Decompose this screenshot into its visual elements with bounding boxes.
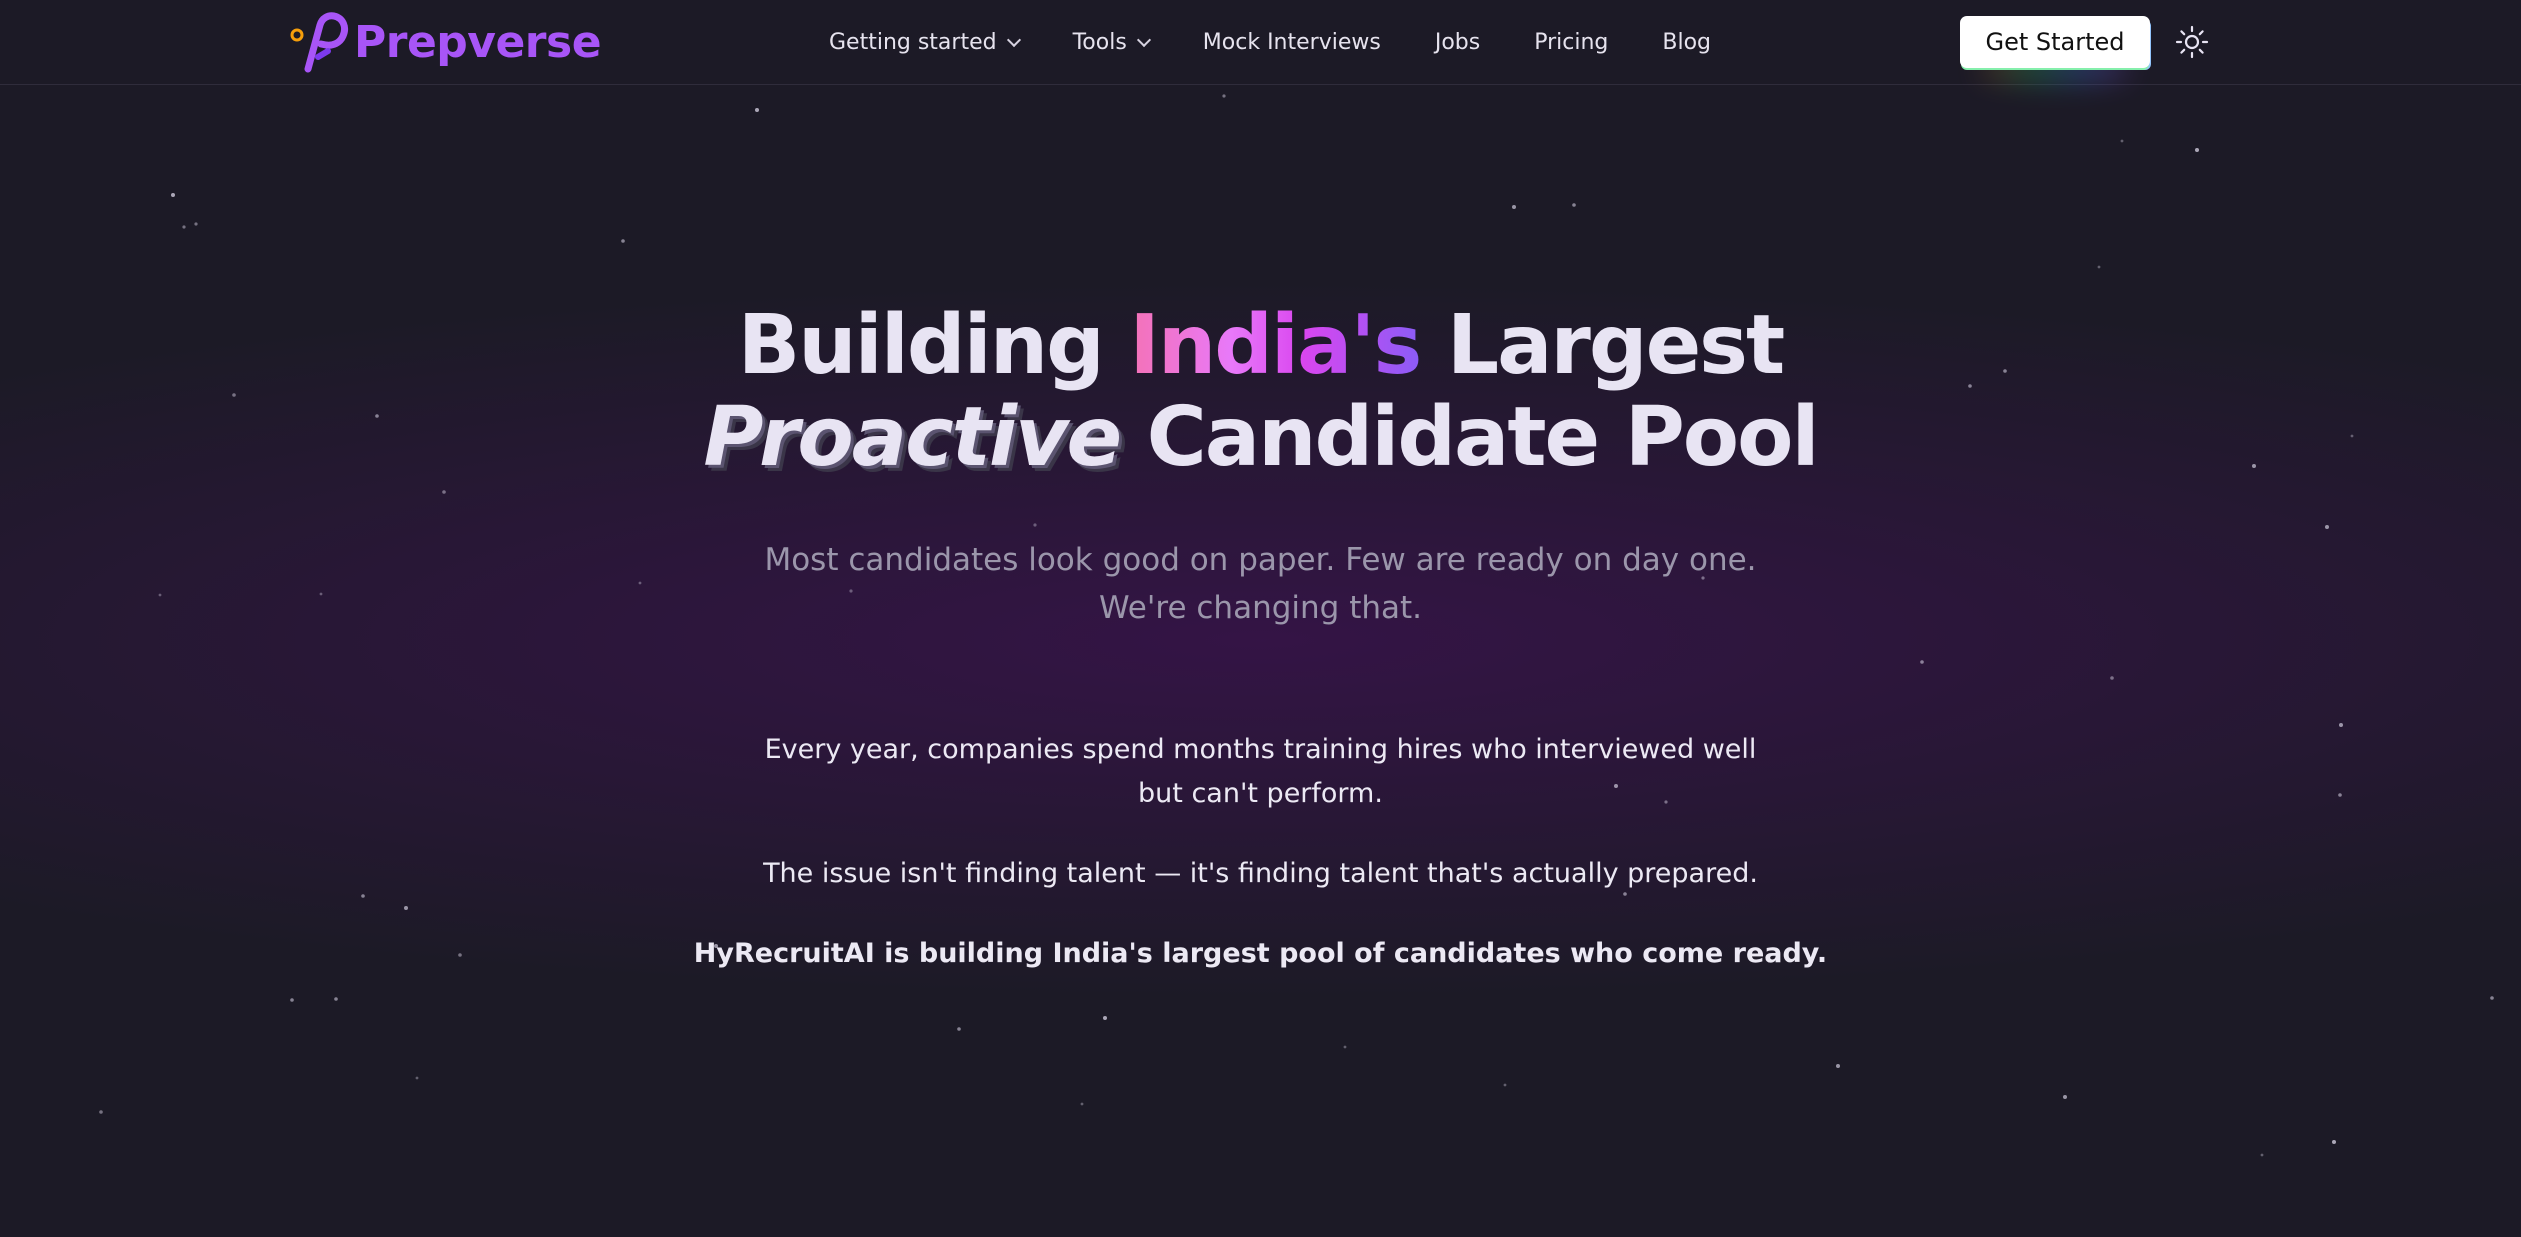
sun-icon[interactable] [2174, 24, 2210, 60]
paragraph-issue: The issue isn't finding talent — it's fi… [763, 858, 1758, 889]
hero-title-italic: Proactive [703, 390, 1122, 485]
hero-subtitle-line-2: We're changing that. [1098, 590, 1423, 626]
hero-title-rest: Candidate Pool [1146, 390, 1820, 485]
get-started-container: Get Started [1960, 16, 2152, 82]
hero-title-word-largest: Largest [1446, 298, 1785, 393]
get-started-button[interactable]: Get Started [1960, 16, 2150, 68]
chevron-down-icon [1006, 32, 1021, 47]
hero-subtitle-line-1: Most candidates look good on paper. Few … [764, 542, 1757, 578]
main-nav: Getting started Tools Mock Interviews Jo… [829, 0, 1765, 84]
hero-subtitle: Most candidates look good on paper. Few … [0, 536, 2521, 632]
hero-title-accent: India's [1129, 298, 1422, 393]
hero-title-line-1: Building India's Largest [0, 300, 2521, 392]
brand-logo[interactable]: Prepverse [288, 12, 602, 73]
prepverse-logo-icon [290, 12, 349, 73]
hero-title-word-building: Building [737, 298, 1105, 393]
paragraph-training: Every year, companies spend months train… [0, 728, 2521, 816]
hero-title-line-2: Proactive Candidate Pool [0, 392, 2521, 484]
nav-jobs[interactable]: Jobs [1435, 30, 1480, 55]
page: Prepverse Getting started Tools Mock Int… [0, 0, 2521, 1237]
hero-title: Building India's Largest Proactive Candi… [0, 300, 2521, 484]
nav-tools[interactable]: Tools [1072, 29, 1151, 55]
nav-mock-interviews[interactable]: Mock Interviews [1203, 30, 1381, 55]
paragraph-training-line-2: but can't perform. [1138, 778, 1383, 809]
chevron-down-icon [1136, 32, 1151, 47]
paragraph-mission: HyRecruitAI is building India's largest … [693, 938, 1828, 969]
nav-pricing[interactable]: Pricing [1534, 30, 1608, 55]
nav-tools-label: Tools [1072, 29, 1127, 55]
brand-name: Prepverse [354, 16, 602, 68]
top-navbar: Prepverse Getting started Tools Mock Int… [0, 0, 2521, 85]
nav-getting-started-label: Getting started [829, 29, 997, 55]
nav-getting-started[interactable]: Getting started [829, 29, 1021, 55]
nav-blog[interactable]: Blog [1662, 30, 1711, 55]
paragraph-training-line-1: Every year, companies spend months train… [764, 734, 1757, 765]
